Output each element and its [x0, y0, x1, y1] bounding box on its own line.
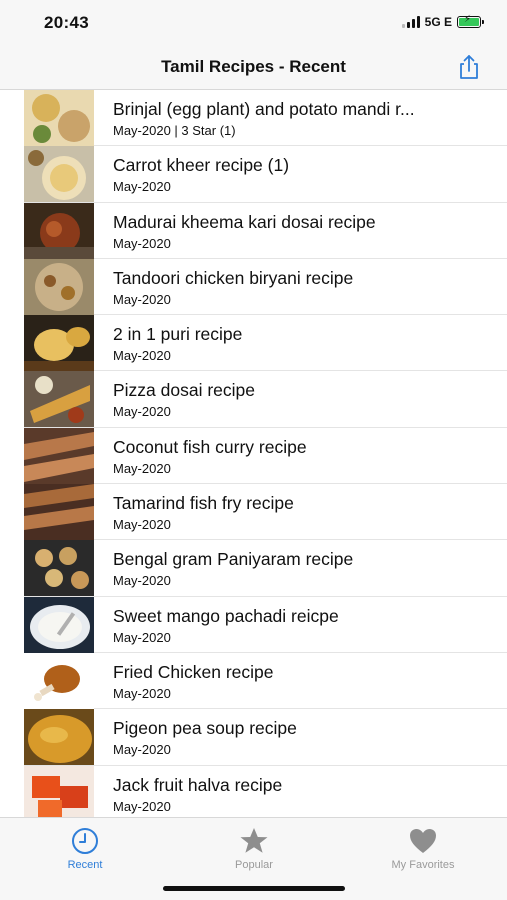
- status-indicators: 5G E: [401, 14, 484, 29]
- clock-icon: [72, 828, 98, 854]
- recipe-thumbnail: [24, 484, 94, 541]
- list-item[interactable]: Tamarind fish fry recipe May-2020: [24, 484, 507, 541]
- recipe-date: May-2020: [113, 291, 171, 307]
- recipe-thumbnail: [24, 596, 94, 653]
- status-time: 20:43: [44, 13, 89, 32]
- recipe-date: May-2020: [113, 235, 171, 251]
- recipe-date: May-2020: [113, 404, 171, 420]
- recipe-date: May-2020: [113, 798, 171, 814]
- share-button[interactable]: [455, 53, 483, 81]
- list-item[interactable]: Sweet mango pachadi reicpe May-2020: [24, 596, 507, 653]
- list-item[interactable]: Carrot kheer recipe (1) May-2020: [24, 146, 507, 203]
- recipe-title: 2 in 1 puri recipe: [113, 324, 243, 345]
- list-item[interactable]: Fried Chicken recipe May-2020: [24, 652, 507, 710]
- recipe-date: May-2020: [113, 629, 171, 645]
- tab-label: Popular: [235, 859, 273, 871]
- page-title: Tamil Recipes - Recent: [161, 57, 346, 76]
- recipe-thumbnail: [24, 258, 94, 315]
- recipe-title: Brinjal (egg plant) and potato mandi r..…: [113, 99, 415, 119]
- recipe-title: Carrot kheer recipe (1): [113, 155, 290, 176]
- recipe-title: Pizza dosai recipe: [113, 380, 256, 401]
- list-item[interactable]: Bengal gram Paniyaram recipe May-2020: [24, 540, 507, 597]
- recipe-thumbnail: [24, 90, 94, 146]
- recipe-thumbnail: [24, 371, 94, 428]
- recipe-title: Fried Chicken recipe: [113, 661, 274, 682]
- signal-icon: [401, 16, 420, 28]
- recipe-date: May-2020: [113, 742, 171, 758]
- recipe-date: May-2020: [113, 517, 171, 533]
- recipe-title: Tandoori chicken biryani recipe: [113, 267, 354, 288]
- recipe-thumbnail: [24, 709, 94, 766]
- tab-label: My Favorites: [391, 859, 455, 871]
- list-item[interactable]: Pizza dosai recipe May-2020: [24, 371, 507, 428]
- tab-bar: Recent Popular My Favorites: [0, 817, 507, 900]
- network-type: 5G E: [424, 15, 452, 29]
- recipe-thumbnail: [24, 427, 94, 484]
- recipe-thumbnail: [24, 202, 94, 259]
- status-bar: 20:43 5G E: [0, 0, 507, 44]
- recipe-thumbnail: [24, 540, 94, 597]
- recipe-title: Jack fruit halva recipe: [113, 774, 283, 795]
- recipe-title: Sweet mango pachadi reicpe: [113, 605, 339, 626]
- recipe-title: Pigeon pea soup recipe: [113, 718, 297, 739]
- tab-favorites[interactable]: My Favorites: [353, 826, 493, 871]
- recipe-list[interactable]: Brinjal (egg plant) and potato mandi r..…: [0, 90, 507, 817]
- recipe-date: May-2020: [113, 685, 171, 701]
- list-item[interactable]: Coconut fish curry recipe May-2020: [24, 427, 507, 485]
- tab-recent[interactable]: Recent: [15, 826, 155, 871]
- recipe-date: May-2020: [113, 179, 171, 195]
- home-indicator[interactable]: [163, 886, 345, 891]
- recipe-title: Tamarind fish fry recipe: [113, 493, 294, 514]
- list-item[interactable]: Tandoori chicken biryani recipe May-2020: [24, 258, 507, 316]
- recipe-thumbnail: [24, 315, 94, 372]
- recipe-date: May-2020 | 3 Star (1): [113, 123, 236, 138]
- list-item[interactable]: Madurai kheema kari dosai recipe May-202…: [24, 202, 507, 259]
- recipe-date: May-2020: [113, 573, 171, 589]
- recipe-thumbnail: [24, 765, 94, 817]
- tab-label: Recent: [67, 859, 103, 871]
- heart-icon: [410, 829, 436, 853]
- navigation-bar: Tamil Recipes - Recent: [0, 44, 507, 90]
- list-item[interactable]: 2 in 1 puri recipe May-2020: [24, 315, 507, 372]
- star-icon: [240, 828, 268, 853]
- list-item[interactable]: Jack fruit halva recipe May-2020: [24, 765, 507, 817]
- tab-popular[interactable]: Popular: [184, 826, 324, 871]
- recipe-date: May-2020: [113, 460, 171, 476]
- list-item[interactable]: Brinjal (egg plant) and potato mandi r..…: [24, 90, 507, 147]
- recipe-date: May-2020: [113, 348, 171, 364]
- recipe-title: Coconut fish curry recipe: [113, 436, 307, 457]
- list-item[interactable]: Pigeon pea soup recipe May-2020: [24, 709, 507, 766]
- share-icon: [460, 55, 478, 79]
- recipe-thumbnail: [24, 652, 94, 709]
- battery-icon: [457, 14, 484, 28]
- recipe-thumbnail: [24, 146, 94, 203]
- recipe-title: Madurai kheema kari dosai recipe: [113, 211, 376, 232]
- recipe-title: Bengal gram Paniyaram recipe: [113, 549, 354, 570]
